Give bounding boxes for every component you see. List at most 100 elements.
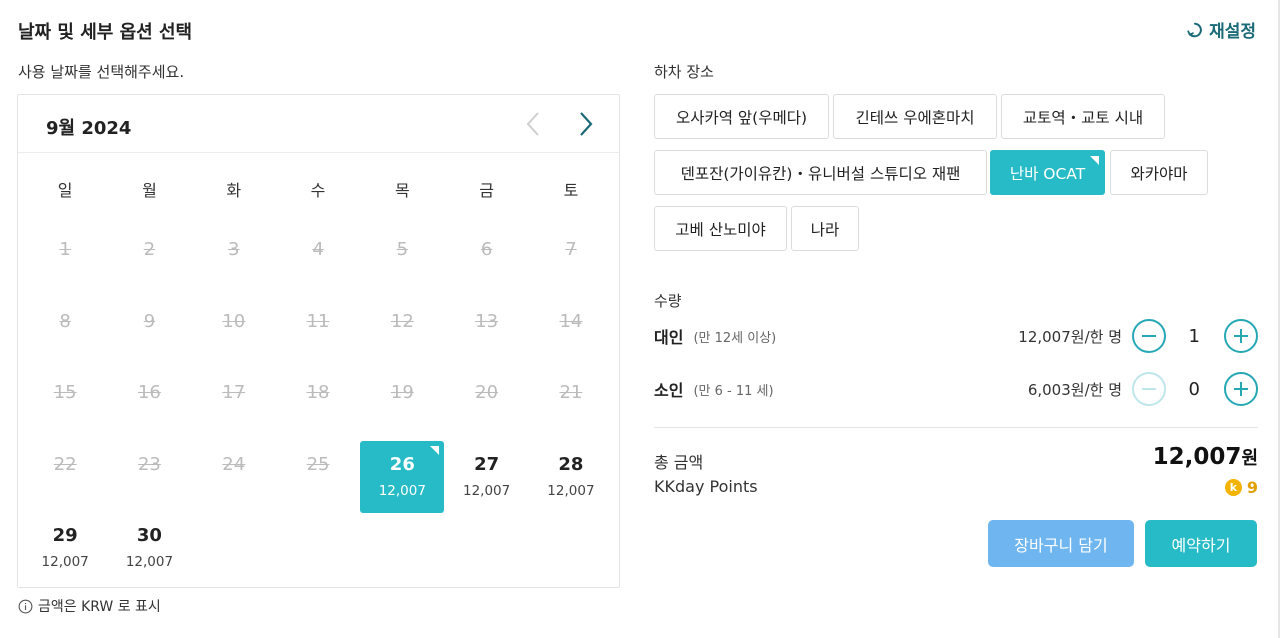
- day-cell[interactable]: 30 12,007: [107, 509, 191, 581]
- add-to-cart-button[interactable]: 장바구니 담기: [988, 520, 1134, 567]
- plus-icon: [1234, 382, 1248, 396]
- dropoff-option[interactable]: 오사카역 앞(우메다): [654, 94, 829, 139]
- selected-corner-mark: [1090, 156, 1099, 165]
- total-amount-unit: 원: [1241, 448, 1258, 469]
- day-number: 9: [143, 310, 156, 332]
- weekday-label: 월: [142, 181, 157, 200]
- day-number: 3: [228, 239, 240, 260]
- day-number: 4: [312, 239, 324, 260]
- day-cell: 20: [444, 366, 528, 438]
- day-cell: 4: [276, 223, 360, 295]
- day-cell: 7: [529, 223, 613, 295]
- day-cell[interactable]: 27 12,007: [444, 438, 528, 510]
- dropoff-option-label: 난바 OCAT: [1009, 164, 1086, 183]
- day-number: 23: [137, 453, 161, 475]
- weekday-label: 금: [479, 181, 494, 200]
- book-now-button[interactable]: 예약하기: [1145, 520, 1257, 567]
- weekday-label: 일: [57, 181, 73, 200]
- next-month-button[interactable]: [571, 109, 601, 139]
- dropoff-option-label: 긴테쓰 우에혼마치: [855, 108, 975, 127]
- child-decrease-button[interactable]: [1132, 372, 1166, 406]
- total-amount: 12,007원: [1153, 444, 1258, 470]
- day-cell[interactable]: 28 12,007: [529, 438, 613, 510]
- day-cell: 17: [192, 366, 276, 438]
- dropoff-option-label: 교토역・교토 시내: [1022, 108, 1144, 127]
- day-cell: 8: [23, 295, 107, 367]
- day-number: 27: [474, 453, 500, 475]
- day-cell: 1: [23, 223, 107, 295]
- day-cell-selected[interactable]: 26 12,007: [360, 440, 445, 513]
- adult-label: 대인: [654, 328, 684, 347]
- day-cell: 18: [276, 366, 360, 438]
- points-amount: k 9: [1224, 478, 1258, 497]
- day-price: 12,007: [378, 482, 426, 499]
- dropoff-option-label: 오사카역 앞(우메다): [675, 108, 808, 127]
- reset-button[interactable]: 재설정: [1186, 17, 1256, 42]
- day-number: 25: [306, 453, 330, 475]
- day-price: 12,007: [125, 554, 174, 570]
- day-cell: 25: [276, 438, 360, 510]
- adult-decrease-button[interactable]: [1132, 319, 1166, 353]
- kkday-coin-icon: k: [1224, 479, 1242, 496]
- day-number: 6: [480, 239, 493, 260]
- dropoff-label: 하차 장소: [654, 63, 714, 81]
- day-cell: 14: [529, 295, 613, 367]
- dropoff-option[interactable]: 덴포잔(가이유칸)・유니버설 스튜디오 재팬: [654, 150, 987, 195]
- day-number: 20: [475, 382, 499, 403]
- day-price: 12,007: [547, 482, 595, 499]
- adult-increase-button[interactable]: [1224, 319, 1258, 353]
- dropoff-option[interactable]: 교토역・교토 시내: [1001, 94, 1165, 139]
- day-cell: 6: [444, 223, 528, 295]
- dropoff-option[interactable]: 긴테쓰 우에혼마치: [833, 94, 997, 139]
- weekday-label: 토: [563, 181, 579, 200]
- weekday-header: 일월화수목금토: [18, 177, 619, 201]
- points-label: KKday Points: [654, 477, 758, 496]
- day-number: 5: [396, 239, 409, 260]
- quantity-label: 수량: [654, 292, 682, 310]
- dropoff-option[interactable]: 와카야마: [1110, 150, 1208, 195]
- calendar: 9월 2024 일월화수목금토 1 2 3 4 5 6 7 8 9 10 11 12 13 14 15 16 1…: [17, 94, 620, 588]
- day-number: 11: [306, 310, 330, 332]
- currency-note: 금액은 KRW 로 표시: [18, 596, 161, 616]
- day-number: 30: [136, 525, 162, 546]
- adult-quantity: 1: [1188, 325, 1200, 347]
- prev-month-button[interactable]: [518, 109, 548, 139]
- adult-row: 대인 (만 12세 이상) 12,007원/한 명 1: [654, 318, 1258, 354]
- dropoff-option[interactable]: 난바 OCAT: [990, 150, 1105, 195]
- day-grid: 1 2 3 4 5 6 7 8 9 10 11 12 13 14 15 16 17 18 19 20 21 22 23 24 2…: [18, 223, 619, 581]
- selected-corner-mark: [430, 445, 440, 455]
- day-number: 22: [53, 453, 77, 475]
- day-cell: 10: [192, 295, 276, 367]
- adult-age: (만 12세 이상): [693, 330, 777, 346]
- child-increase-button[interactable]: [1224, 372, 1258, 406]
- day-number: 19: [390, 382, 414, 403]
- dropoff-option[interactable]: 나라: [791, 206, 859, 251]
- day-cell[interactable]: 29 12,007: [23, 509, 107, 581]
- day-cell: 9: [107, 295, 191, 367]
- currency-note-text: 금액은 KRW 로 표시: [38, 599, 161, 615]
- day-cell: 21: [529, 366, 613, 438]
- day-number: 10: [222, 310, 246, 332]
- refresh-icon: [1187, 22, 1202, 37]
- dropoff-option[interactable]: 고베 산노미야: [654, 206, 787, 251]
- day-cell: 24: [192, 438, 276, 510]
- dropoff-option-label: 나라: [810, 220, 840, 239]
- info-icon: [18, 599, 33, 613]
- day-cell: 19: [360, 366, 444, 438]
- day-number: 29: [52, 525, 78, 546]
- plus-icon: [1234, 329, 1248, 343]
- day-cell: 2: [107, 223, 191, 295]
- day-cell: 15: [23, 366, 107, 438]
- day-price: 12,007: [41, 554, 89, 570]
- dropoff-option-label: 고베 산노미야: [675, 220, 766, 239]
- day-number: 26: [389, 453, 415, 475]
- day-cell: 16: [107, 366, 191, 438]
- day-cell: 11: [276, 295, 360, 367]
- chevron-right-icon: [580, 112, 593, 136]
- day-number: 28: [558, 453, 584, 475]
- day-number: 14: [559, 310, 583, 332]
- day-number: 8: [59, 310, 71, 332]
- dropoff-option-label: 덴포잔(가이유칸)・유니버설 스튜디오 재팬: [680, 164, 961, 183]
- total-amount-value: 12,007: [1152, 444, 1242, 470]
- weekday-label: 수: [310, 181, 326, 200]
